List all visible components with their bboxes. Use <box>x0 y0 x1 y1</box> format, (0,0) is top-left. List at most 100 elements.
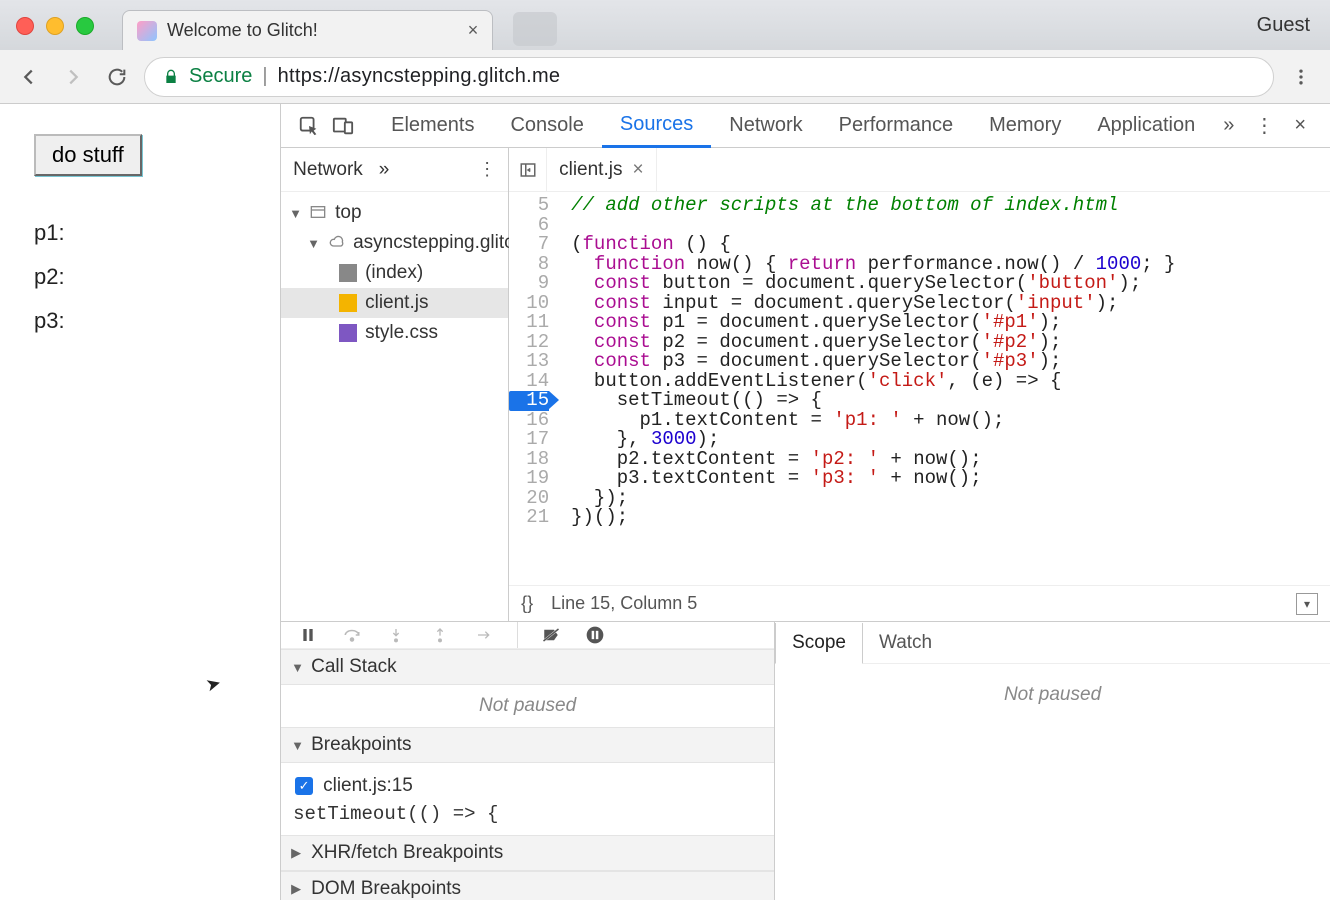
coverage-toggle-button[interactable]: ▾ <box>1296 593 1318 615</box>
breakpoints-off-icon <box>540 626 562 644</box>
browser-tab[interactable]: Welcome to Glitch! × <box>122 10 493 50</box>
debugger-panel: ▼Call Stack Not paused ▼Breakpoints ✓ cl… <box>281 622 1330 900</box>
file-tab-clientjs[interactable]: client.js × <box>547 148 656 191</box>
tree-row-top[interactable]: ▼ top <box>281 198 508 228</box>
code-line[interactable]: }, 3000); <box>571 430 1330 450</box>
checkbox-icon[interactable]: ✓ <box>295 777 313 795</box>
navigator-tab-network[interactable]: Network <box>293 159 363 181</box>
file-icon <box>339 324 357 342</box>
close-window-button[interactable] <box>16 17 34 35</box>
step-out-icon <box>432 625 448 645</box>
line-number[interactable]: 5 <box>509 196 549 216</box>
forward-button[interactable] <box>56 60 90 94</box>
panel-left-icon <box>518 161 538 179</box>
breakpoint-item[interactable]: ✓ client.js:15 <box>293 771 762 801</box>
pause-on-exceptions-button[interactable] <box>584 624 606 646</box>
line-number[interactable]: 7 <box>509 235 549 255</box>
do-stuff-button[interactable]: do stuff <box>34 134 142 176</box>
step-out-button[interactable] <box>429 624 451 646</box>
p2-text: p2: <box>34 264 246 290</box>
address-bar[interactable]: Secure | https://asyncstepping.glitch.me <box>144 57 1274 97</box>
devtools-tab-network[interactable]: Network <box>711 104 820 148</box>
section-header[interactable]: ▶XHR/fetch Breakpoints <box>281 835 774 871</box>
reload-icon <box>106 66 128 88</box>
tree-label: client.js <box>365 292 428 314</box>
breakpoint-label: client.js:15 <box>323 775 413 797</box>
more-tabs-button[interactable]: » <box>1213 114 1244 137</box>
devtools-tab-application[interactable]: Application <box>1079 104 1213 148</box>
format-button[interactable]: {} <box>521 593 533 614</box>
minimize-window-button[interactable] <box>46 17 64 35</box>
devtools-tab-performance[interactable]: Performance <box>821 104 972 148</box>
browser-menu-button[interactable] <box>1284 60 1318 94</box>
devtools-tab-memory[interactable]: Memory <box>971 104 1079 148</box>
step-over-button[interactable] <box>341 624 363 646</box>
tree-label: top <box>335 202 361 224</box>
line-number[interactable]: 21 <box>509 508 549 528</box>
cursor-position: Line 15, Column 5 <box>551 593 697 614</box>
devices-icon <box>331 115 355 137</box>
line-number[interactable]: 13 <box>509 352 549 372</box>
code-line[interactable]: p3.textContent = 'p3: ' + now(); <box>571 469 1330 489</box>
tab-scope[interactable]: Scope <box>775 623 863 664</box>
url-text: https://asyncstepping.glitch.me <box>278 65 561 88</box>
navigator-more-button[interactable]: » <box>379 159 390 181</box>
line-number[interactable]: 19 <box>509 469 549 489</box>
cursor-icon: ➤ <box>204 672 224 696</box>
tree-file-client-js[interactable]: client.js <box>281 288 508 318</box>
devtools-tab-sources[interactable]: Sources <box>602 104 711 148</box>
toggle-navigator-button[interactable] <box>509 148 547 191</box>
code-line[interactable]: const button = document.querySelector('b… <box>571 274 1330 294</box>
kebab-icon <box>1291 67 1311 87</box>
step-into-button[interactable] <box>385 624 407 646</box>
section-title: Breakpoints <box>311 734 411 756</box>
window-icon <box>309 204 327 222</box>
pause-button[interactable] <box>297 624 319 646</box>
devtools-menu-button[interactable]: ⋮ <box>1244 113 1284 138</box>
chevron-down-icon: ▼ <box>307 236 319 251</box>
cloud-icon <box>327 234 345 252</box>
profile-label[interactable]: Guest <box>1257 14 1310 37</box>
code-line[interactable]: setTimeout(() => { <box>571 391 1330 411</box>
maximize-window-button[interactable] <box>76 17 94 35</box>
devtools-tab-console[interactable]: Console <box>492 104 601 148</box>
deactivate-breakpoints-button[interactable] <box>540 624 562 646</box>
devtools-tab-elements[interactable]: Elements <box>373 104 492 148</box>
section-header[interactable]: ▶DOM Breakpoints <box>281 871 774 900</box>
code-line[interactable]: // add other scripts at the bottom of in… <box>571 196 1330 216</box>
new-tab-button[interactable] <box>513 12 557 46</box>
line-number[interactable]: 11 <box>509 313 549 333</box>
section-xhr-breakpoints: ▶XHR/fetch Breakpoints <box>281 835 774 871</box>
section-header[interactable]: ▼ Breakpoints <box>281 727 774 763</box>
tab-watch[interactable]: Watch <box>863 622 948 663</box>
section-title: DOM Breakpoints <box>311 878 461 900</box>
close-tab-icon[interactable]: × <box>468 20 479 41</box>
step-button[interactable] <box>473 624 495 646</box>
code-content[interactable]: // add other scripts at the bottom of in… <box>557 192 1330 585</box>
chevron-down-icon: ▼ <box>291 738 303 753</box>
chevron-down-icon: ▼ <box>289 206 301 221</box>
tree-row-domain[interactable]: ▼ asyncstepping.glitc <box>281 228 508 258</box>
code-line[interactable]: }); <box>571 489 1330 509</box>
line-number[interactable]: 17 <box>509 430 549 450</box>
code-line[interactable]: const p3 = document.querySelector('#p3')… <box>571 352 1330 372</box>
reload-button[interactable] <box>100 60 134 94</box>
debugger-left: ▼Call Stack Not paused ▼Breakpoints ✓ cl… <box>281 622 775 900</box>
section-header[interactable]: ▼Call Stack <box>281 649 774 685</box>
line-number[interactable]: 9 <box>509 274 549 294</box>
tree-label: (index) <box>365 262 423 284</box>
line-number[interactable]: 15 <box>509 391 549 411</box>
code-line[interactable]: const p1 = document.querySelector('#p1')… <box>571 313 1330 333</box>
inspect-element-button[interactable] <box>295 112 323 140</box>
devtools-close-button[interactable]: × <box>1284 114 1316 137</box>
close-file-icon[interactable]: × <box>632 159 643 181</box>
tree-file--index-[interactable]: (index) <box>281 258 508 288</box>
back-button[interactable] <box>12 60 46 94</box>
code-line[interactable]: })(); <box>571 508 1330 528</box>
p1-text: p1: <box>34 220 246 246</box>
code-area[interactable]: 56789101112131415161718192021 // add oth… <box>509 192 1330 585</box>
navigator-menu-button[interactable]: ⋮ <box>478 159 496 180</box>
tree-file-style-css[interactable]: style.css <box>281 318 508 348</box>
line-gutter[interactable]: 56789101112131415161718192021 <box>509 192 557 585</box>
device-toggle-button[interactable] <box>329 112 357 140</box>
